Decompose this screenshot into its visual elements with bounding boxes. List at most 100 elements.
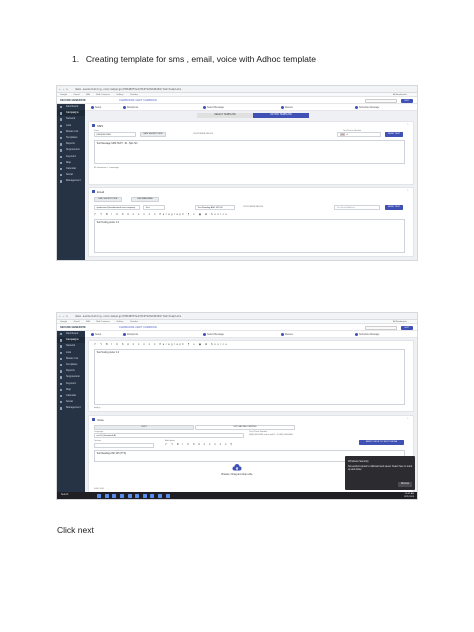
step-review[interactable]: Review (281, 331, 293, 338)
voice-options-select[interactable] (94, 443, 154, 448)
sms-char-count: 89 characters • 1 message (94, 167, 119, 169)
voice-add-option-label: Add option (165, 440, 175, 442)
chevron-up-icon[interactable]: ⌃ (406, 417, 409, 421)
send-voice-test-button[interactable]: SEND VOICE TO TEST PHONE (359, 440, 404, 445)
browser-url-bar[interactable]: ← → ↻ demo.aavmarketing.com/campaign/P00… (57, 313, 417, 320)
taskbar-app-icon[interactable] (158, 493, 163, 498)
sms-from-select[interactable]: (000)000-0000 (94, 132, 136, 137)
app-header: SECURE GENERATE CAMPAIGNS / EDIT CAMPAIG… (57, 97, 417, 104)
sms-test-phone-input[interactable]: +1 (337, 132, 381, 137)
chevron-up-icon[interactable]: ⌃ (406, 189, 409, 193)
bookmark-item[interactable]: Bulk Contacts (96, 94, 110, 96)
step-dot-icon (91, 332, 94, 336)
step-setup[interactable]: Setup (91, 331, 101, 338)
step-select-message[interactable]: Select Message (203, 331, 224, 338)
voice-text-tab[interactable]: TEXT (94, 425, 194, 430)
header-search-input[interactable] (365, 325, 397, 330)
voice-upload-recording-tab[interactable]: UPLOAD RECORDING (195, 425, 295, 430)
sms-checkbox[interactable] (92, 124, 95, 127)
step-recipients[interactable]: Recipients (123, 331, 138, 338)
step-review[interactable]: Review (281, 104, 293, 111)
bookmark-item[interactable]: Bulk Contacts (96, 321, 110, 323)
taskbar-app-icon[interactable] (142, 493, 147, 498)
breadcrumb[interactable]: CAMPAIGNS / EDIT CAMPAIGN (119, 97, 157, 104)
sidebar-item-management[interactable]: Management (57, 178, 85, 184)
step-schedule-message[interactable]: Schedule Message (355, 331, 379, 338)
browser-url[interactable]: demo.aavmarketing.com/campaign/P00480f5e… (75, 315, 181, 318)
taskbar-app-icon[interactable] (165, 493, 170, 498)
bookmark-item[interactable]: Gmail (74, 94, 80, 96)
sms-send-test-button[interactable]: SEND TEST (385, 132, 403, 137)
bookmark-item[interactable]: Google (60, 321, 67, 323)
taskbar-app-icon[interactable] (127, 493, 132, 498)
select-template-tab[interactable]: SELECT TEMPLATE (197, 113, 253, 118)
audio-player[interactable]: 0:00 / 0:00 (94, 488, 104, 490)
sms-message-text: Test Message SMS TEXT - ID - 5pts SO (96, 142, 138, 145)
step-setup[interactable]: Setup (91, 104, 101, 111)
email-from-input[interactable]: spiderman@nerdtestmail.com.company (94, 205, 140, 210)
header-search-input[interactable] (365, 98, 397, 103)
email-subject-input[interactable]: Test Reading ASK 425-56 (195, 205, 235, 210)
email-sender-input[interactable]: Test (143, 205, 165, 210)
email-send-test-button[interactable]: SEND TEST (385, 205, 403, 210)
bookmark-item[interactable]: Google (60, 94, 67, 96)
email-editor-toolbar[interactable]: ↶ ↷ B I U S A ≡ ≡ ≡ ≡ ≡ Paragraph ¶ ∞ ▣ … (94, 213, 229, 217)
adhoc-template-tab[interactable]: AD HOC TEMPLATE (253, 113, 309, 118)
bookmark-item[interactable]: N/A (86, 94, 90, 96)
toast-dismiss-button[interactable]: Dismiss (398, 482, 412, 487)
toast-title: Windows Security (348, 460, 369, 463)
browser-nav-icons[interactable]: ← → ↻ (59, 86, 68, 92)
sms-shortcode-button[interactable]: SMS SHORTCODE (140, 132, 166, 137)
sms-customize-fields[interactable]: CUSTOMIZE FIELDS (193, 133, 213, 135)
sms-message-textarea[interactable]: Test Message SMS TEXT - ID - 5pts SO (94, 140, 405, 164)
browser-url-bar[interactable]: ← → ↻ demo.aavmarketing.com/campaign/P00… (57, 86, 417, 93)
toast-body: Screenshot copied to clipboard and saved… (348, 466, 412, 472)
breadcrumb[interactable]: CAMPAIGNS / EDIT CAMPAIGN (119, 324, 157, 331)
step-dot-icon (355, 105, 358, 109)
taskbar-clock[interactable]: 10:42 AM 9/21/2023 (404, 493, 414, 499)
use-material-button[interactable]: USE MATERIAL (131, 197, 159, 202)
upload-dropzone-text: Browse / Drag and drop a file (221, 473, 253, 476)
eml-shortcode-button[interactable]: EML SHORTCODE (94, 197, 122, 202)
voice-editor-toolbar[interactable]: ↶ ↷ B I U S A ≡ ≡ ≡ ≡ ≡ ¶ (165, 443, 233, 447)
taskbar-app-icon[interactable] (104, 493, 109, 498)
upload-dropzone[interactable]: Browse / Drag and drop a file (209, 464, 265, 476)
email-customize-fields[interactable]: CUSTOMIZE FIELDS (243, 206, 263, 208)
taskbar-app-icon[interactable] (119, 493, 124, 498)
taskbar-app-icons (97, 493, 173, 500)
bookmark-item[interactable]: Gallery (116, 321, 123, 323)
windows-notification-toast[interactable]: Windows Security Screenshot copied to cl… (345, 456, 415, 490)
voice-test-phone-value[interactable]: (000) 000-0000 ask to add 1 +1 (000) 000… (249, 434, 293, 436)
windows-taskbar: Search 10:42 AM 9/21/2023 (57, 492, 417, 499)
browser-nav-icons[interactable]: ← → ↻ (59, 313, 68, 319)
browser-url[interactable]: demo.aavmarketing.com/campaign/P00480f5e… (75, 88, 181, 91)
step-recipients[interactable]: Recipients (123, 104, 138, 111)
taskbar-app-icon[interactable] (150, 493, 155, 498)
taskbar-app-icon[interactable] (97, 493, 101, 498)
chevron-up-icon[interactable]: ⌃ (406, 123, 409, 127)
step-dot-icon (355, 332, 358, 336)
bookmark-item[interactable]: N/A (86, 321, 90, 323)
voice-checkbox[interactable] (92, 418, 95, 421)
email-checkbox[interactable] (92, 190, 95, 193)
bookmark-item[interactable]: Youtube (130, 94, 138, 96)
test-email-input[interactable]: Test Email Address (334, 205, 380, 210)
bookmark-item[interactable]: Gmail (74, 321, 80, 323)
main-content: Setup Recipients Select Message Review S… (85, 331, 417, 499)
bookmark-item[interactable]: Gallery (116, 94, 123, 96)
exit-button[interactable]: EXIT (401, 98, 413, 103)
email-body-editor[interactable]: Test Testing prefer 1.0 (94, 349, 405, 405)
taskbar-app-icon[interactable] (135, 493, 140, 498)
taskbar-app-icon[interactable] (112, 493, 117, 498)
exit-button[interactable]: EXIT (401, 325, 413, 330)
app-brand: SECURE GENERATE (60, 99, 86, 102)
voice-test-phone-label: Test Phone Number (249, 431, 268, 433)
bookmark-item[interactable]: Youtube (130, 321, 138, 323)
step-schedule-message[interactable]: Schedule Message (355, 104, 379, 111)
taskbar-search[interactable]: Search (61, 492, 68, 499)
voice-language-select[interactable]: en-US (Standard-A) (94, 433, 244, 438)
step-select-message[interactable]: Select Message (203, 104, 224, 111)
email-editor-toolbar[interactable]: ↶ ↷ B I U S A ≡ ≡ ≡ ≡ ≡ Paragraph ¶ ∞ ▣ … (94, 343, 229, 347)
email-body-editor[interactable]: Test Testing prefer 1.0 (94, 219, 405, 253)
sidebar-item-management[interactable]: Management (57, 405, 85, 411)
